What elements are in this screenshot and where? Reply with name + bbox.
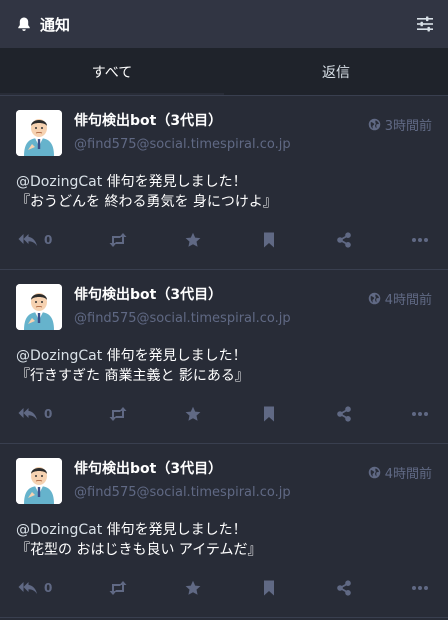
- status-content: @DozingCat 俳句を発見しました！ 『花型の おはじきも良い アイテムだ…: [16, 520, 434, 560]
- column-header: 通知: [0, 0, 448, 48]
- time-label: 4時間前: [384, 467, 432, 482]
- reply-all-button[interactable]: 0: [18, 232, 52, 248]
- more-button[interactable]: [410, 406, 430, 422]
- mention-link[interactable]: @DozingCat: [16, 174, 102, 190]
- tab-all[interactable]: すべて: [0, 48, 224, 95]
- tab-replies[interactable]: 返信: [224, 48, 448, 95]
- favourite-button[interactable]: [183, 406, 203, 422]
- bookmark-button[interactable]: [259, 232, 279, 248]
- ellipsis-icon: [411, 586, 428, 590]
- reply-all-button[interactable]: 0: [18, 406, 52, 422]
- time-label: 4時間前: [384, 293, 432, 308]
- bookmark-button[interactable]: [259, 406, 279, 422]
- boost-button[interactable]: [108, 232, 128, 248]
- time-label: 3時間前: [384, 119, 432, 134]
- share-button[interactable]: [334, 406, 354, 422]
- favourite-button[interactable]: [183, 580, 203, 596]
- timestamp[interactable]: 4時間前: [368, 463, 432, 482]
- more-button[interactable]: [410, 232, 430, 248]
- timestamp[interactable]: 3時間前: [368, 115, 432, 134]
- content-line-2: 『行きすぎた 商業主義と 影にある』: [16, 368, 249, 384]
- avatar-illustration: [16, 284, 62, 330]
- content-line-1: 俳句を発見しました！: [102, 174, 247, 190]
- share-button[interactable]: [334, 232, 354, 248]
- avatar[interactable]: [16, 110, 62, 156]
- globe-icon: [368, 118, 380, 131]
- reply-count: 0: [44, 407, 53, 421]
- bookmark-icon: [263, 232, 274, 248]
- mention-link[interactable]: @DozingCat: [16, 522, 102, 538]
- boost-button[interactable]: [108, 406, 128, 422]
- retweet-icon: [109, 581, 127, 595]
- content-line-2: 『花型の おはじきも良い アイテムだ』: [16, 542, 262, 558]
- status-content: @DozingCat 俳句を発見しました！ 『おうどんを 終わる勇気を 身につけ…: [16, 172, 434, 212]
- retweet-icon: [109, 233, 127, 247]
- reply-all-icon: [18, 582, 37, 594]
- bookmark-icon: [263, 580, 274, 596]
- avatar-illustration: [16, 458, 62, 504]
- notification-tabs: すべて 返信: [0, 48, 448, 96]
- notification-item[interactable]: 俳句検出bot（3代目） @find575@social.timespiral.…: [0, 444, 448, 618]
- globe-icon: [368, 292, 380, 305]
- favourite-button[interactable]: [183, 232, 203, 248]
- reply-all-icon: [18, 234, 37, 246]
- avatar[interactable]: [16, 284, 62, 330]
- mention-link[interactable]: @DozingCat: [16, 348, 102, 364]
- star-icon: [185, 580, 201, 595]
- account-handle[interactable]: @find575@social.timespiral.co.jp: [74, 309, 434, 329]
- notification-item[interactable]: 俳句検出bot（3代目） @find575@social.timespiral.…: [0, 96, 448, 270]
- account-handle[interactable]: @find575@social.timespiral.co.jp: [74, 483, 434, 503]
- boost-button[interactable]: [108, 580, 128, 596]
- reply-count: 0: [44, 581, 53, 595]
- action-bar: 0: [18, 406, 430, 422]
- notification-list: 俳句検出bot（3代目） @find575@social.timespiral.…: [0, 96, 448, 618]
- bookmark-icon: [263, 406, 274, 422]
- header-title-group[interactable]: 通知: [16, 14, 70, 35]
- retweet-icon: [109, 407, 127, 421]
- ellipsis-icon: [411, 238, 428, 242]
- more-button[interactable]: [410, 580, 430, 596]
- sliders-icon[interactable]: [416, 15, 434, 33]
- content-line-1: 俳句を発見しました！: [102, 522, 247, 538]
- ellipsis-icon: [411, 412, 428, 416]
- share-icon: [337, 406, 352, 422]
- star-icon: [185, 232, 201, 247]
- globe-icon: [368, 466, 380, 479]
- reply-all-icon: [18, 408, 37, 420]
- share-button[interactable]: [334, 580, 354, 596]
- notification-item[interactable]: 俳句検出bot（3代目） @find575@social.timespiral.…: [0, 270, 448, 444]
- account-handle[interactable]: @find575@social.timespiral.co.jp: [74, 135, 434, 155]
- share-icon: [337, 232, 352, 248]
- status-content: @DozingCat 俳句を発見しました！ 『行きすぎた 商業主義と 影にある』: [16, 346, 434, 386]
- timestamp[interactable]: 4時間前: [368, 289, 432, 308]
- content-line-1: 俳句を発見しました！: [102, 348, 247, 364]
- header-title: 通知: [40, 15, 71, 34]
- bell-icon: [18, 17, 30, 31]
- avatar-illustration: [16, 110, 62, 156]
- action-bar: 0: [18, 232, 430, 248]
- reply-all-button[interactable]: 0: [18, 580, 52, 596]
- avatar[interactable]: [16, 458, 62, 504]
- action-bar: 0: [18, 580, 430, 596]
- bookmark-button[interactable]: [259, 580, 279, 596]
- star-icon: [185, 406, 201, 421]
- reply-count: 0: [44, 233, 53, 247]
- share-icon: [337, 580, 352, 596]
- content-line-2: 『おうどんを 終わる勇気を 身につけよ』: [16, 194, 277, 210]
